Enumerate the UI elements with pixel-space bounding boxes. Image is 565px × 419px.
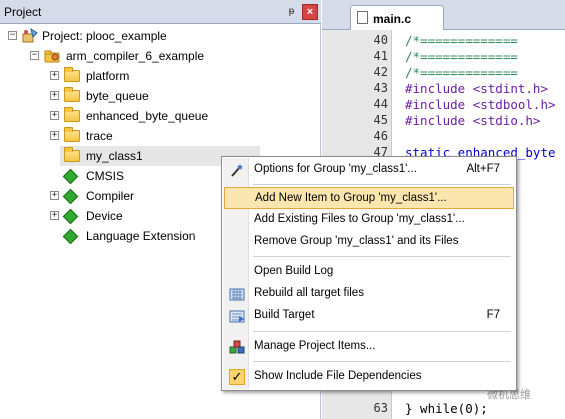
line-number: 40 [373, 33, 388, 47]
close-panel-button[interactable]: × [302, 4, 318, 20]
component-icon [62, 168, 79, 185]
folder-icon [64, 87, 80, 102]
menu-item-build-target[interactable]: Build Target F7 [224, 305, 514, 327]
menu-item-label: Build Target [254, 309, 315, 321]
folder-icon [64, 67, 80, 82]
code-line: } while(0); [405, 401, 488, 416]
editor-tabbar: main.c [322, 0, 565, 30]
line-number: 43 [373, 81, 388, 95]
menu-separator [253, 256, 511, 257]
line-number: 41 [373, 49, 388, 63]
tree-label: Compiler [86, 189, 135, 203]
folder-icon [64, 107, 80, 122]
tree-label: Project: plooc_example [42, 29, 167, 43]
pin-icon[interactable]: ᵽ [285, 5, 298, 18]
menu-item-remove-group[interactable]: Remove Group 'my_class1' and its Files [224, 231, 514, 253]
project-panel-header: Project ᵽ × [0, 0, 321, 24]
menu-item-label: Manage Project Items... [254, 340, 376, 352]
expand-icon[interactable]: + [50, 71, 59, 80]
menu-item-open-build-log[interactable]: Open Build Log [224, 261, 514, 283]
menu-item-label: Open Build Log [254, 265, 334, 277]
code-line: #include <stdbool.h> [405, 97, 556, 112]
options-wand-icon [229, 162, 245, 178]
line-number: 45 [373, 113, 388, 127]
target-icon [44, 48, 61, 63]
menu-item-manage-project-items[interactable]: Manage Project Items... [224, 336, 514, 358]
tree-label: my_class1 [86, 149, 143, 163]
expand-icon[interactable]: + [50, 111, 59, 120]
code-line: /*============= [405, 33, 518, 48]
context-menu: Options for Group 'my_class1'... Alt+F7 … [221, 156, 517, 391]
folder-icon [64, 147, 80, 162]
menu-item-add-new-item[interactable]: Add New Item to Group 'my_class1'... [224, 187, 514, 209]
code-line: #include <stdint.h> [405, 81, 548, 96]
tree-node-platform[interactable]: + platform [0, 66, 321, 86]
tree-node-project[interactable]: − Project: plooc_example [0, 26, 321, 46]
tree-label: CMSIS [86, 169, 125, 183]
component-icon [62, 188, 79, 205]
expand-icon[interactable]: + [50, 91, 59, 100]
expand-icon[interactable]: + [50, 131, 59, 140]
tree-node-trace[interactable]: + trace [0, 126, 321, 146]
menu-separator [253, 184, 511, 185]
menu-item-shortcut: Alt+F7 [466, 163, 500, 175]
tab-main-c[interactable]: main.c [350, 5, 444, 30]
checkmark-icon: ✓ [229, 369, 245, 385]
menu-item-label: Remove Group 'my_class1' and its Files [254, 235, 459, 247]
menu-item-show-include-deps[interactable]: ✓ Show Include File Dependencies [224, 366, 514, 388]
tree-label: byte_queue [86, 89, 149, 103]
menu-separator [253, 331, 511, 332]
menu-item-label: Rebuild all target files [254, 287, 364, 299]
menu-item-options-for-group[interactable]: Options for Group 'my_class1'... Alt+F7 [224, 159, 514, 181]
code-line: /*============= [405, 65, 518, 80]
file-icon [357, 11, 368, 24]
tree-label: Language Extension [86, 229, 196, 243]
manage-items-icon [229, 339, 245, 355]
menu-item-label: Add New Item to Group 'my_class1'... [255, 192, 447, 204]
tree-label: platform [86, 69, 130, 83]
tab-label: main.c [373, 12, 412, 26]
tree-node-target[interactable]: − arm_compiler_6_example [0, 46, 321, 66]
tree-node-byte-queue[interactable]: + byte_queue [0, 86, 321, 106]
line-number: 63 [373, 401, 388, 415]
menu-item-rebuild-all[interactable]: Rebuild all target files [224, 283, 514, 305]
line-number: 46 [373, 129, 388, 143]
menu-item-label: Add Existing Files to Group 'my_class1'.… [254, 213, 465, 225]
expand-icon[interactable]: + [50, 191, 59, 200]
menu-item-label: Show Include File Dependencies [254, 370, 422, 382]
component-icon [62, 228, 79, 245]
menu-item-label: Options for Group 'my_class1'... [254, 163, 417, 175]
collapse-icon[interactable]: − [30, 51, 39, 60]
collapse-icon[interactable]: − [8, 31, 17, 40]
code-line: #include <stdio.h> [405, 113, 541, 128]
code-line: /*============= [405, 49, 518, 64]
line-number: 44 [373, 97, 388, 111]
menu-item-add-existing-files[interactable]: Add Existing Files to Group 'my_class1'.… [224, 209, 514, 231]
line-number: 42 [373, 65, 388, 79]
folder-icon [64, 127, 80, 142]
expand-icon[interactable]: + [50, 211, 59, 220]
build-icon [229, 308, 245, 324]
tree-label: trace [86, 129, 113, 143]
menu-separator [253, 361, 511, 362]
menu-item-shortcut: F7 [486, 309, 500, 321]
project-panel-title: Project [4, 5, 42, 19]
tree-label: enhanced_byte_queue [86, 109, 209, 123]
tree-label: arm_compiler_6_example [66, 49, 205, 63]
tree-node-enhanced-byte-queue[interactable]: + enhanced_byte_queue [0, 106, 321, 126]
component-icon [62, 208, 79, 225]
rebuild-icon [229, 286, 245, 302]
project-icon [22, 27, 39, 43]
tree-label: Device [86, 209, 123, 223]
